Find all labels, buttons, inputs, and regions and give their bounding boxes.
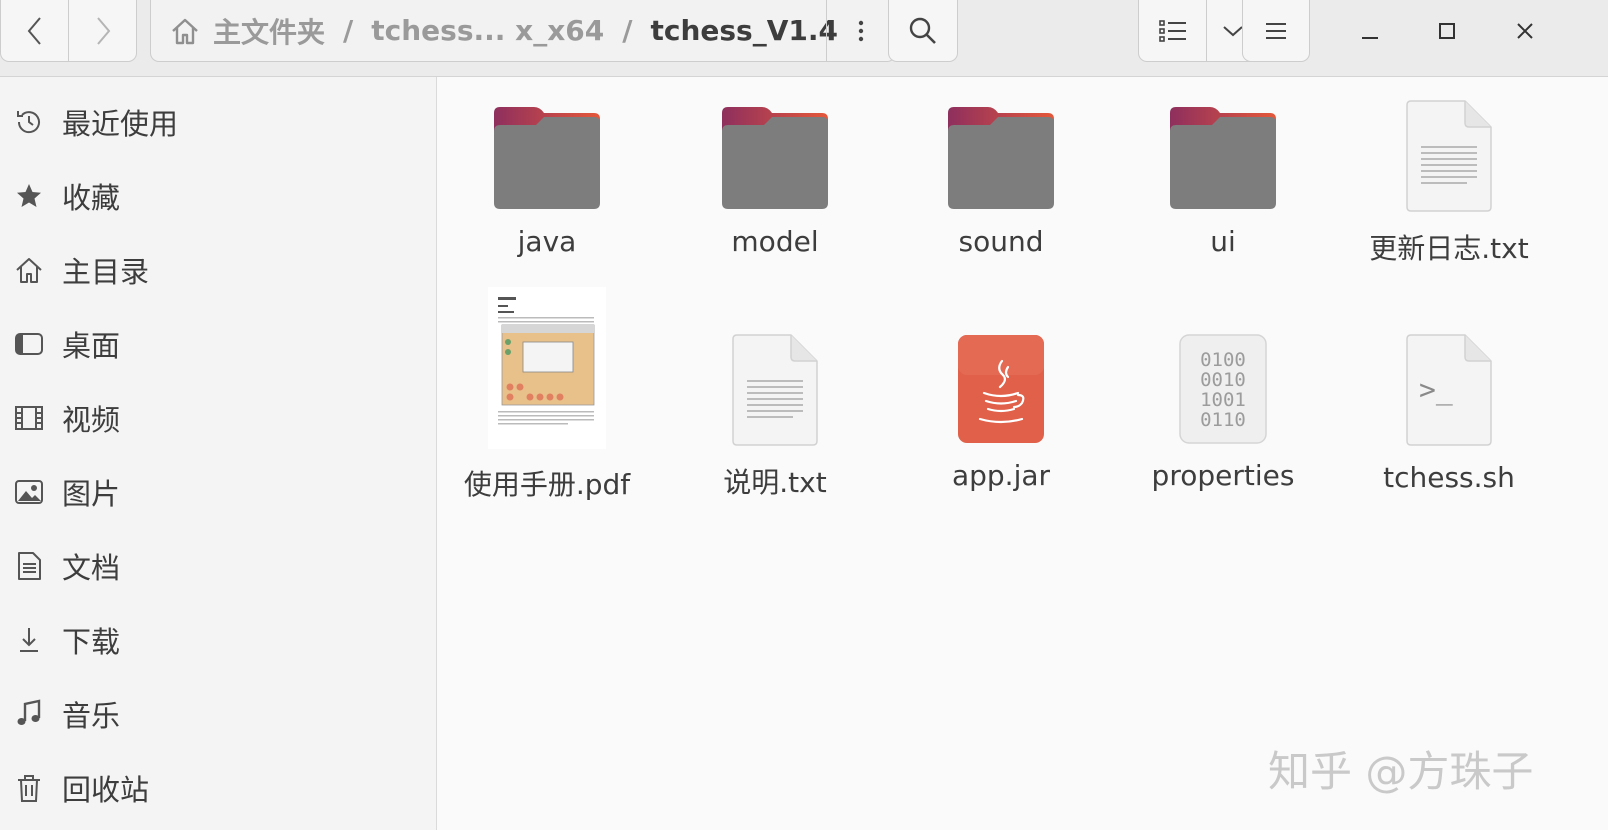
sidebar-item-music[interactable]: 音乐 [0,684,436,744]
folder-icon [675,99,875,211]
list-view-button[interactable] [1139,0,1206,61]
list-view-icon [1158,19,1186,42]
sidebar: 最近使用 收藏 主目录 桌面 视频 图片 文档 下载 音乐 回收站 [0,77,437,830]
header-bar: 主文件夹 / tchess... x_x64 / tchess_V1.4 [0,0,1608,77]
text-file-icon [1349,99,1549,213]
sidebar-item-label: 主目录 [62,255,150,289]
more-vertical-icon [858,20,864,41]
sidebar-item-videos[interactable]: 视频 [0,388,436,448]
binary-line: 1001 [1200,389,1246,411]
desktop-icon [14,329,44,359]
script-prompt-text: >_ [1419,373,1453,407]
file-name: java [517,225,577,258]
folder-icon [901,99,1101,211]
file-name: 使用手册.pdf [463,468,631,501]
script-file-icon: >_ [1349,333,1549,447]
chevron-left-icon [27,16,41,45]
breadcrumb-current[interactable]: tchess_V1.4 [650,14,838,47]
hamburger-menu-icon [1266,22,1286,39]
search-button[interactable] [888,0,958,62]
binary-line: 0110 [1200,409,1246,431]
folder-icon [1123,99,1323,211]
file-name: properties [1151,459,1295,492]
music-icon [14,699,44,729]
file-item-tchess-sh[interactable]: >_ tchess.sh [1349,333,1549,494]
sidebar-item-home[interactable]: 主目录 [0,240,436,300]
file-item-changelog[interactable]: 更新日志.txt [1349,99,1549,267]
file-name: tchess.sh [1383,461,1515,494]
minimize-icon [1362,37,1378,39]
file-item-ui[interactable]: ui [1123,99,1323,258]
navigation-buttons [0,0,137,62]
breadcrumb-separator: / [343,14,354,47]
breadcrumb-separator: / [622,14,633,47]
back-button[interactable] [1,0,68,61]
sidebar-item-label: 回收站 [62,773,150,807]
file-item-app-jar[interactable]: app.jar [901,333,1101,492]
sidebar-item-label: 图片 [62,477,121,511]
star-icon [14,181,44,211]
film-icon [14,403,44,433]
chevron-down-icon [1223,25,1243,36]
search-icon [909,17,936,44]
file-name: ui [1210,225,1236,258]
file-item-model[interactable]: model [675,99,875,258]
file-item-manual-pdf[interactable]: 使用手册.pdf [447,287,647,503]
file-item-properties[interactable]: 0100 0010 1001 0110 properties [1123,333,1323,492]
download-icon [14,625,44,655]
forward-button[interactable] [68,0,136,61]
breadcrumb-parent[interactable]: tchess... x_x64 [371,14,604,47]
minimize-button[interactable] [1340,0,1400,62]
document-icon [14,551,44,581]
maximize-icon [1439,23,1455,39]
path-bar: 主文件夹 / tchess... x_x64 / tchess_V1.4 [150,0,896,62]
close-button[interactable] [1495,0,1555,62]
sidebar-item-label: 文档 [62,551,121,585]
file-item-readme-txt[interactable]: 说明.txt [675,333,875,501]
sidebar-item-label: 收藏 [62,181,121,215]
maximize-button[interactable] [1417,0,1477,62]
sidebar-item-label: 音乐 [62,699,121,733]
image-icon [14,477,44,507]
file-item-sound[interactable]: sound [901,99,1101,258]
file-grid: java model sound ui 更新日志.txt 使用手册.pdf 说明… [437,77,1608,830]
trash-icon [14,773,44,803]
main-menu-button[interactable] [1242,0,1310,62]
java-jar-icon [901,333,1101,445]
file-name: 说明.txt [723,466,827,499]
sidebar-item-desktop[interactable]: 桌面 [0,314,436,374]
clock-icon [14,107,44,137]
binary-line: 0010 [1200,369,1246,391]
sidebar-item-label: 最近使用 [62,107,179,141]
file-name: 更新日志.txt [1369,232,1529,265]
file-name: model [731,225,819,258]
home-icon [14,255,44,285]
pdf-thumbnail-icon [447,287,647,449]
text-file-icon [675,333,875,447]
sidebar-item-documents[interactable]: 文档 [0,536,436,596]
sidebar-item-downloads[interactable]: 下载 [0,610,436,670]
sidebar-item-pictures[interactable]: 图片 [0,462,436,522]
close-icon [1517,23,1533,39]
file-item-java[interactable]: java [447,99,647,258]
sidebar-item-trash[interactable]: 回收站 [0,758,436,818]
home-icon[interactable] [169,16,201,46]
sidebar-item-label: 桌面 [62,329,121,363]
chevron-right-icon [96,16,110,45]
sidebar-item-label: 下载 [62,625,121,659]
sidebar-item-label: 视频 [62,403,121,437]
binary-line: 0100 [1200,349,1246,371]
binary-file-icon: 0100 0010 1001 0110 [1123,333,1323,445]
file-name: app.jar [951,459,1051,492]
sidebar-item-recent[interactable]: 最近使用 [0,92,436,152]
sidebar-item-starred[interactable]: 收藏 [0,166,436,226]
breadcrumb-home[interactable]: 主文件夹 [213,11,325,51]
file-name: sound [958,225,1044,258]
path-menu-button[interactable] [826,0,895,61]
folder-icon [447,99,647,211]
watermark-text: 知乎 @方珠子 [1268,747,1534,796]
